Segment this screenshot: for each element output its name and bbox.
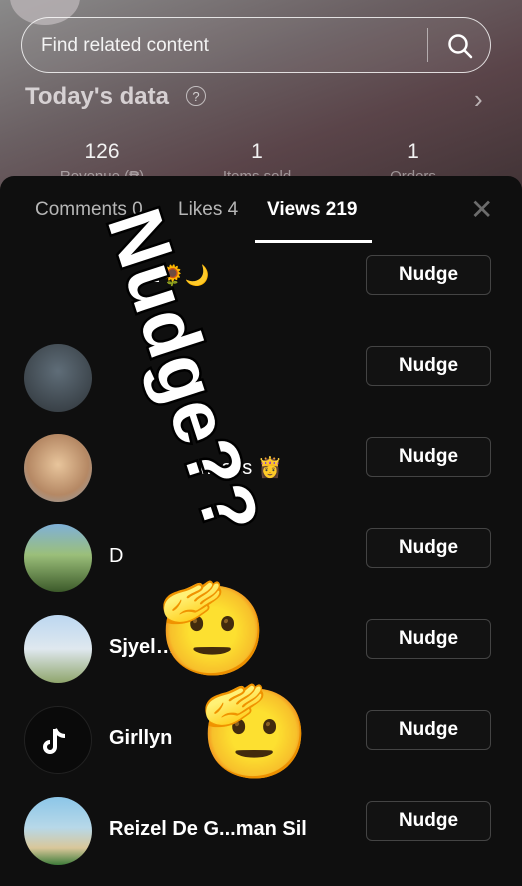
chevron-right-icon[interactable]: ›	[474, 84, 483, 115]
nudge-button[interactable]: Nudge	[366, 801, 491, 841]
list-item[interactable]: z🌻🌙 Nudge	[0, 251, 522, 342]
nudge-button[interactable]: Nudge	[366, 619, 491, 659]
search-bar[interactable]: Find related content	[21, 17, 491, 73]
avatar	[24, 524, 92, 592]
viewer-name: D	[109, 545, 124, 567]
stat-value: 1	[407, 140, 419, 163]
search-input[interactable]: Find related content	[41, 35, 209, 57]
saluting-face-emoji: 🫡	[200, 682, 310, 781]
avatar	[24, 797, 92, 865]
search-icon[interactable]	[446, 32, 474, 60]
tiktok-logo-icon	[43, 728, 66, 754]
tab-likes[interactable]: Likes 4	[178, 199, 238, 221]
viewer-name: Reizel De G...man Sil	[109, 818, 307, 840]
today-data-title[interactable]: Today's data	[25, 83, 169, 111]
viewer-name: Girllyn	[109, 727, 173, 749]
saluting-face-emoji: 🫡	[158, 579, 268, 678]
nudge-button[interactable]: Nudge	[366, 346, 491, 386]
tab-underline	[255, 240, 372, 243]
tab-bar: Comments 0 Likes 4 Views 219 ✕	[0, 176, 522, 246]
avatar	[24, 344, 92, 412]
nudge-button[interactable]: Nudge	[366, 710, 491, 750]
avatar	[24, 615, 92, 683]
nudge-button[interactable]: Nudge	[366, 255, 491, 295]
close-icon[interactable]: ✕	[470, 196, 493, 224]
tab-views[interactable]: Views 219	[267, 199, 358, 221]
list-item[interactable]: Nudge	[0, 334, 522, 425]
search-divider	[427, 28, 428, 62]
nudge-button[interactable]: Nudge	[366, 437, 491, 477]
stat-value: 126	[84, 140, 120, 163]
nudge-button[interactable]: Nudge	[366, 528, 491, 568]
list-item[interactable]: Reizel De G...man Sil Nudge	[0, 787, 522, 878]
avatar	[24, 434, 92, 502]
help-icon[interactable]: ?	[186, 86, 206, 106]
stat-value: 1	[251, 140, 263, 163]
avatar	[24, 706, 92, 774]
